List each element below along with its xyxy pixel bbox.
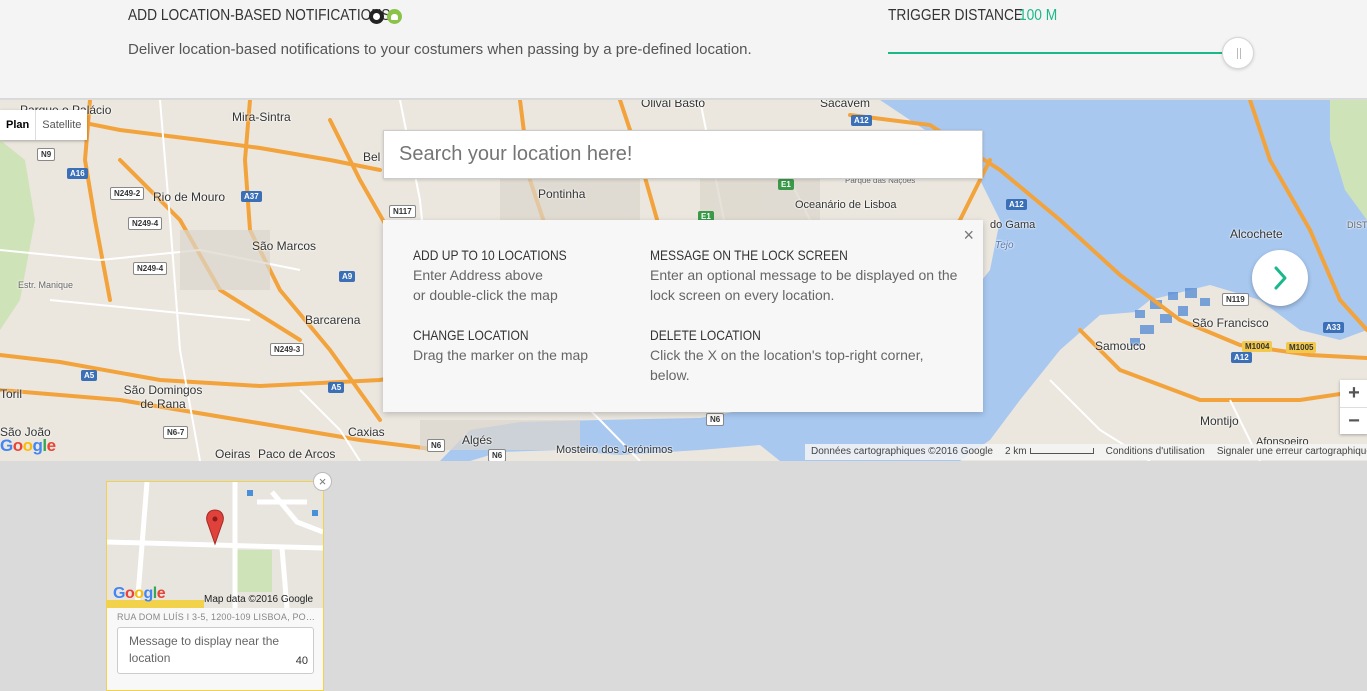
google-logo: Google: [113, 585, 166, 602]
map-label: São Domingos de Rana: [123, 383, 203, 411]
map-data-credit: Données cartographiques ©2016 Google: [811, 446, 993, 457]
chevron-right-icon: [1274, 266, 1287, 290]
zoom-in-button[interactable]: +: [1340, 380, 1367, 407]
delete-location-button[interactable]: ×: [313, 472, 332, 491]
help-item-title: MESSAGE ON THE LOCK SCREEN: [650, 247, 848, 263]
map-label: Alcochete: [1230, 227, 1283, 241]
slider-fill: [888, 52, 1222, 54]
google-logo: Google: [0, 436, 56, 455]
road-shield: N6: [427, 439, 446, 452]
help-close-button[interactable]: ×: [963, 225, 974, 245]
road-shield: N249-4: [133, 262, 168, 275]
android-icon: [387, 9, 402, 24]
map-type-satellite[interactable]: Satellite: [36, 110, 87, 140]
location-card-map[interactable]: Google Map data ©2016 Google: [107, 482, 323, 608]
slider-handle[interactable]: [1222, 37, 1254, 69]
road-shield: E1: [778, 179, 794, 190]
location-map-attribution: Map data ©2016 Google: [204, 594, 314, 605]
road-shield: N119: [1222, 293, 1249, 306]
zoom-control: + −: [1340, 380, 1367, 434]
map-label: Montijo: [1200, 414, 1239, 428]
map-terms-link[interactable]: Conditions d'utilisation: [1100, 444, 1211, 460]
road-shield: A9: [339, 271, 356, 282]
road-shield: N6: [706, 413, 725, 426]
map-label: Samouco: [1095, 339, 1146, 353]
road-shield: N6: [488, 449, 507, 461]
trigger-distance-value: 100 M: [1019, 7, 1058, 24]
help-item-title: ADD UP TO 10 LOCATIONS: [413, 247, 567, 263]
map-label: São Marcos: [252, 239, 317, 253]
location-address: RUA DOM LUÍS I 3-5, 1200-109 LISBOA, POR…: [117, 612, 317, 622]
help-item-text: Click the X on the location's top-right …: [650, 347, 924, 383]
page-title: ADD LOCATION-BASED NOTIFICATIONS: [128, 7, 391, 24]
map-label: Estr. Manique: [18, 280, 74, 290]
map-label: Mira-Sintra: [232, 110, 291, 124]
map-scale: 2 km: [999, 444, 1100, 460]
map-label: São Francisco: [1192, 316, 1269, 330]
map-label: Algés: [462, 433, 493, 447]
road-shield: A33: [1323, 322, 1344, 333]
location-message-input[interactable]: Message to display near the location 40: [117, 627, 314, 674]
help-item-title: CHANGE LOCATION: [413, 327, 529, 343]
map-label: Oeiras: [215, 447, 251, 461]
road-shield: A5: [328, 382, 345, 393]
help-panel: × ADD UP TO 10 LOCATIONS Enter Address a…: [383, 220, 983, 412]
map-label: Toril: [0, 387, 23, 401]
map-label: Rio de Mouro: [153, 190, 226, 204]
character-counter: 40: [295, 655, 308, 667]
map-type-control: Plan Satellite: [0, 110, 88, 140]
zoom-out-button[interactable]: −: [1340, 407, 1367, 434]
map-attribution: Données cartographiques ©2016 Google 2 k…: [805, 444, 1367, 460]
road-shield: N9: [37, 148, 56, 161]
map-report-link[interactable]: Signaler une erreur cartographique: [1211, 444, 1367, 460]
map-label: Tejo: [995, 240, 1014, 251]
help-item-title: DELETE LOCATION: [650, 327, 761, 343]
next-button[interactable]: [1252, 250, 1308, 306]
apple-icon: [369, 9, 384, 24]
map[interactable]: Parque o Palácio Mira-Sintra Olival Bast…: [0, 100, 1367, 461]
help-item: DELETE LOCATION Click the X on the locat…: [650, 325, 960, 385]
map-label: Sacavém: [820, 100, 871, 110]
map-label: Barcarena: [305, 313, 361, 327]
location-message-placeholder: Message to display near the location: [129, 634, 280, 665]
road-shield: N117: [389, 205, 416, 218]
map-label: Caxias: [348, 425, 385, 439]
page-subtitle: Deliver location-based notifications to …: [128, 41, 752, 58]
road-shield: N249-3: [270, 343, 305, 356]
road-shield: A37: [241, 191, 262, 202]
trigger-distance-slider[interactable]: [888, 52, 1238, 54]
trigger-distance-label: TRIGGER DISTANCE: [888, 7, 1024, 24]
map-type-plan[interactable]: Plan: [0, 110, 37, 140]
road-shield: A16: [67, 168, 88, 179]
road-shield: N6-7: [163, 426, 189, 439]
map-label: Bel: [363, 150, 381, 164]
map-label: Paco de Arcos: [258, 447, 336, 461]
help-item-text: Enter an optional message to be displaye…: [650, 267, 958, 303]
map-label: Pontinha: [538, 187, 586, 201]
road-shield: N249-4: [128, 217, 163, 230]
road-shield: M1004: [1242, 341, 1273, 352]
header-bar: ADD LOCATION-BASED NOTIFICATIONS Deliver…: [0, 0, 1367, 99]
map-label: DISTRIC: [1347, 220, 1367, 230]
map-label: Mosteiro dos Jerónimos: [556, 444, 673, 456]
road-shield: A12: [1006, 199, 1027, 210]
help-item: MESSAGE ON THE LOCK SCREEN Enter an opti…: [650, 245, 960, 305]
map-label: Olival Basto: [641, 100, 706, 110]
location-card: Google Map data ©2016 Google RUA DOM LUÍ…: [106, 481, 324, 691]
location-search-input[interactable]: [383, 130, 983, 179]
road-shield: N249-2: [110, 187, 145, 200]
road-shield: A12: [1231, 352, 1252, 363]
road-shield: A5: [81, 370, 98, 381]
road-shield: M1005: [1286, 342, 1317, 353]
road-shield: A12: [851, 115, 872, 126]
platform-icons: [369, 9, 402, 24]
map-label: Oceanário de Lisboa: [795, 199, 897, 211]
map-label: do Gama: [990, 219, 1036, 231]
